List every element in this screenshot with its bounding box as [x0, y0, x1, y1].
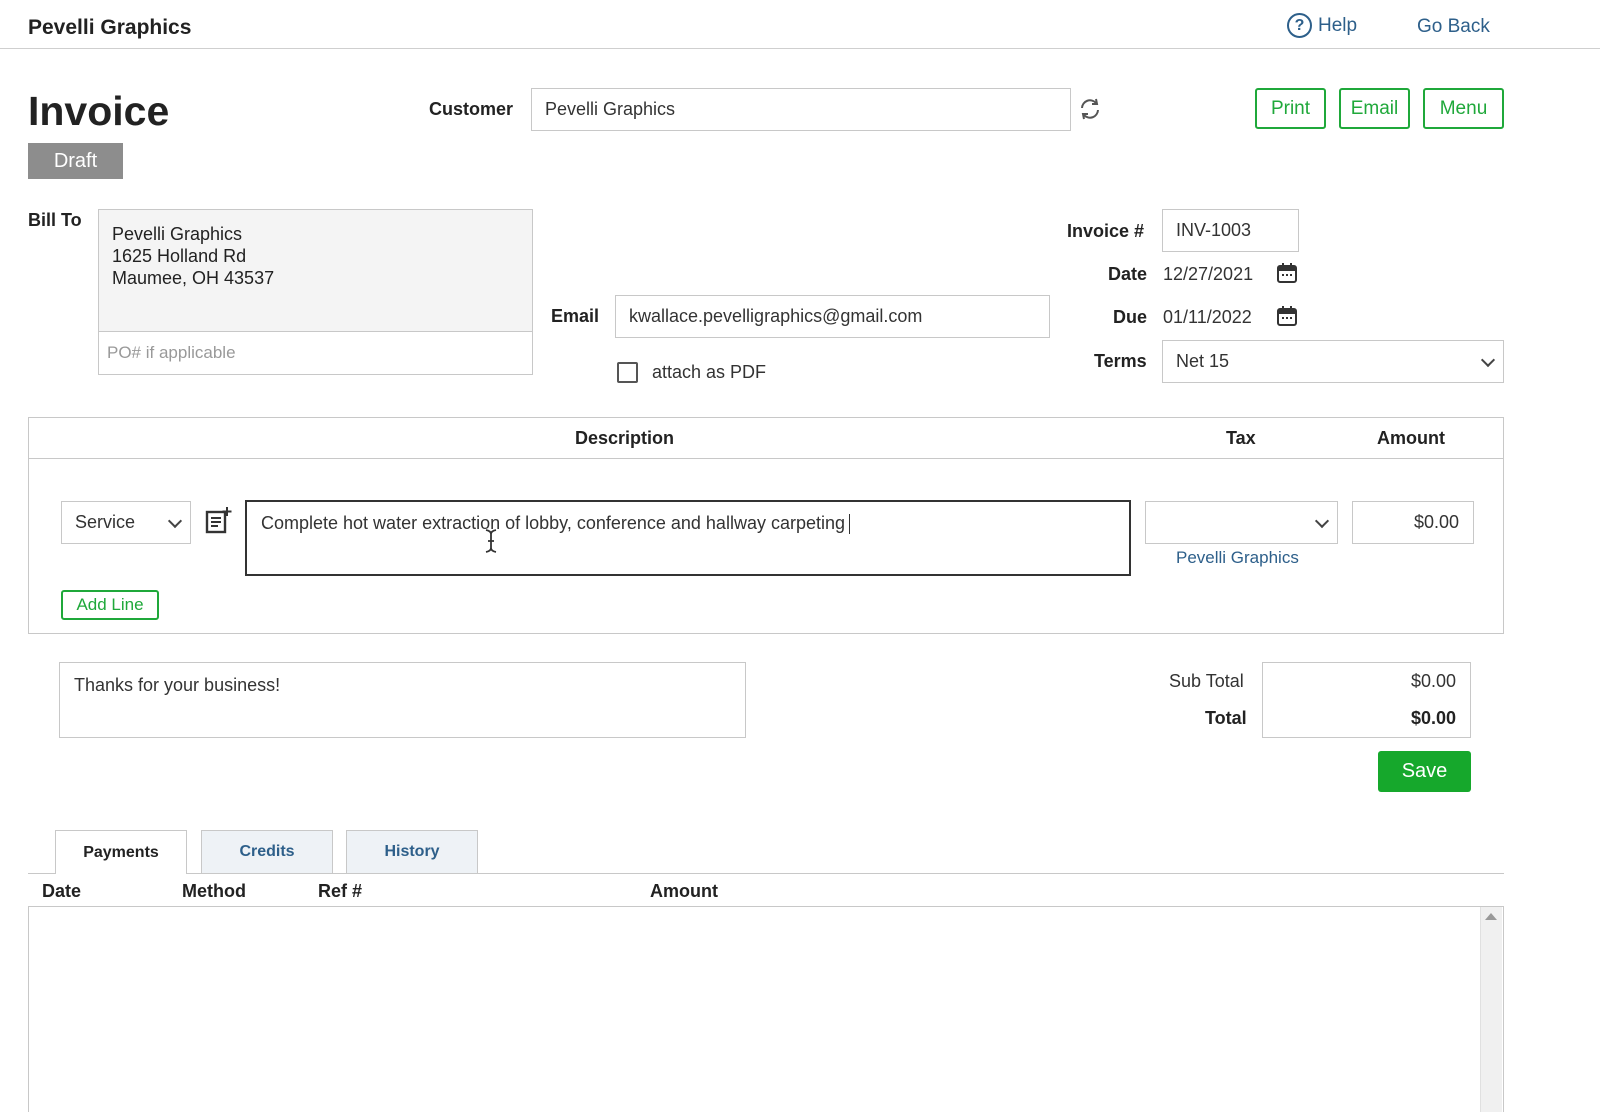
tab-history[interactable]: History [346, 830, 478, 873]
description-text: Complete hot water extraction of lobby, … [261, 513, 845, 533]
customer-input[interactable]: Pevelli Graphics [531, 88, 1071, 131]
chevron-down-icon [1314, 513, 1330, 528]
tax-select[interactable] [1145, 501, 1338, 544]
subtotal-value: $0.00 [1410, 671, 1456, 691]
total-label: Total [1205, 708, 1247, 728]
amount-header: Amount [1377, 428, 1445, 448]
company-name: Pevelli Graphics [28, 16, 192, 39]
total-value: $0.00 [1410, 708, 1456, 728]
address-line: Maumee, OH 43537 [112, 268, 275, 288]
payments-amount-header: Amount [650, 881, 718, 901]
top-bar [0, 0, 1600, 49]
calendar-icon[interactable] [1276, 305, 1298, 327]
po-number-input[interactable]: PO# if applicable [99, 331, 532, 374]
email-input[interactable]: kwallace.pevelligraphics@gmail.com [615, 295, 1050, 338]
subtotal-label: Sub Total [1169, 671, 1244, 691]
tab-divider [28, 873, 1504, 874]
item-type-value: Service [75, 512, 136, 532]
description-textarea[interactable]: Complete hot water extraction of lobby, … [245, 500, 1131, 576]
date-label: Date [1108, 264, 1148, 284]
tab-payments[interactable]: Payments [55, 830, 187, 874]
notes-textarea[interactable]: Thanks for your business! [59, 662, 746, 738]
menu-button[interactable]: Menu [1423, 88, 1504, 129]
line-items-header [28, 417, 1504, 459]
description-header: Description [575, 428, 675, 448]
invoice-number-input[interactable]: INV-1003 [1162, 209, 1299, 252]
page-title: Invoice [28, 88, 170, 134]
chevron-down-icon [167, 513, 183, 528]
tax-customer-link[interactable]: Pevelli Graphics [1176, 548, 1299, 568]
terms-label: Terms [1094, 351, 1147, 371]
email-button[interactable]: Email [1339, 88, 1410, 129]
address-line: 1625 Holland Rd [112, 246, 247, 266]
terms-value: Net 15 [1176, 351, 1230, 371]
help-link[interactable]: ? Help [1287, 13, 1357, 38]
chevron-down-icon [1480, 352, 1496, 367]
due-value[interactable]: 01/11/2022 [1163, 307, 1252, 328]
scrollbar[interactable] [1480, 907, 1502, 1112]
payments-date-header: Date [42, 881, 82, 901]
date-value[interactable]: 12/27/2021 [1163, 264, 1253, 285]
refresh-icon[interactable] [1077, 96, 1103, 122]
address-line: Pevelli Graphics [112, 224, 243, 244]
attach-pdf-label: attach as PDF [652, 362, 767, 382]
email-label: Email [551, 306, 600, 326]
scroll-up-icon[interactable] [1485, 913, 1497, 920]
go-back-link[interactable]: Go Back [1417, 16, 1490, 38]
save-button[interactable]: Save [1378, 751, 1471, 792]
terms-select[interactable]: Net 15 [1162, 340, 1504, 383]
payments-list [28, 906, 1504, 1112]
payments-ref-header: Ref # [318, 881, 363, 901]
tax-header: Tax [1226, 428, 1256, 448]
item-type-select[interactable]: Service [61, 501, 191, 544]
add-note-icon[interactable] [205, 506, 233, 534]
invoice-number-label: Invoice # [1067, 221, 1145, 241]
status-badge: Draft [28, 143, 123, 179]
print-button[interactable]: Print [1255, 88, 1326, 129]
help-label: Help [1318, 14, 1358, 36]
payments-method-header: Method [182, 881, 246, 901]
bill-to-label: Bill To [28, 210, 82, 230]
help-icon: ? [1287, 13, 1312, 38]
attach-pdf-checkbox[interactable] [617, 362, 638, 383]
tab-credits[interactable]: Credits [201, 830, 333, 873]
due-label: Due [1113, 307, 1148, 327]
text-caret [849, 514, 850, 535]
text-cursor-icon [484, 528, 498, 554]
bill-to-address: Pevelli Graphics 1625 Holland Rd Maumee,… [112, 223, 274, 289]
customer-label: Customer [429, 99, 514, 119]
calendar-icon[interactable] [1276, 262, 1298, 284]
amount-input[interactable]: $0.00 [1352, 501, 1474, 544]
add-line-button[interactable]: Add Line [61, 590, 159, 620]
